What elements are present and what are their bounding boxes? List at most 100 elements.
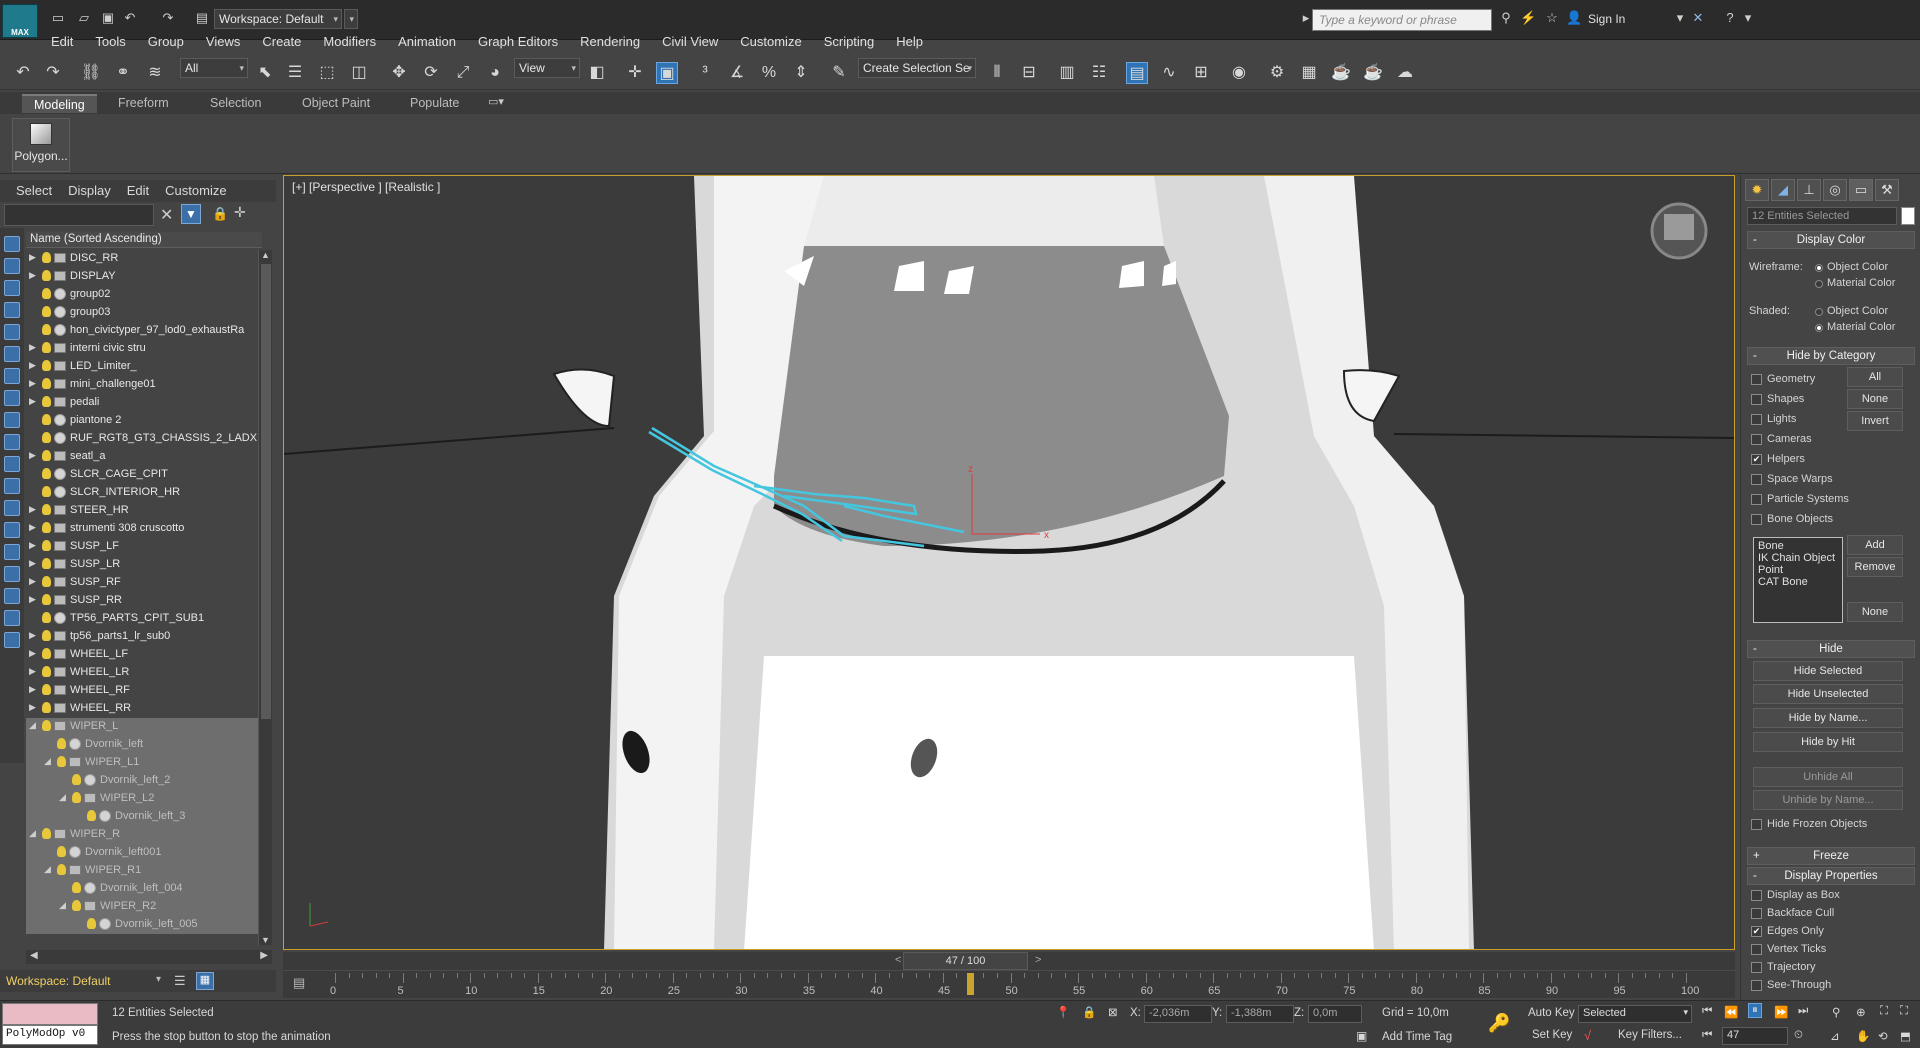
category-checkbox[interactable] [1751, 474, 1762, 485]
expand-arrow-icon[interactable]: ▶ [29, 630, 36, 641]
display-geometry-icon[interactable] [4, 236, 20, 252]
hierarchy-icon[interactable] [4, 610, 20, 626]
category-checkbox[interactable] [1751, 394, 1762, 405]
expand-arrow-icon[interactable]: ▶ [29, 252, 36, 263]
scene-menu-display[interactable]: Display [60, 180, 119, 202]
scene-list-item[interactable]: ▶ tp56_parts1_lr_sub0 [26, 628, 258, 646]
invert-categories-button[interactable]: Invert [1847, 411, 1903, 431]
display-hidden-icon[interactable] [4, 478, 20, 494]
x-coordinate-field[interactable]: -2,036m [1144, 1005, 1212, 1023]
scroll-thumb[interactable] [261, 264, 271, 719]
maxscript-output[interactable]: PolyModOp v0 [2, 1025, 98, 1045]
visibility-bulb-icon[interactable] [72, 882, 81, 893]
clear-search-icon[interactable]: ✕ [160, 205, 173, 225]
polygon-modeling-button[interactable]: Polygon... [12, 118, 70, 172]
mini-curve-editor-icon[interactable]: ▤ [293, 975, 305, 991]
current-frame-marker[interactable] [966, 973, 974, 995]
display-color-rollout[interactable]: - Display Color [1747, 231, 1915, 249]
visibility-bulb-icon[interactable] [42, 576, 51, 587]
scroll-down-icon[interactable]: ▼ [261, 935, 270, 945]
scene-list-item[interactable]: ▶ seatl_a [26, 448, 258, 466]
scale-icon[interactable]: ⤢ [452, 62, 474, 84]
motion-tab-icon[interactable]: ◎ [1823, 179, 1847, 201]
collapse-arrow-icon[interactable]: ◢ [59, 900, 66, 911]
menu-scripting[interactable]: Scripting [813, 32, 886, 52]
collapse-arrow-icon[interactable]: ◢ [44, 756, 51, 767]
category-filter-list[interactable]: Bone IK Chain Object Point CAT Bone [1753, 537, 1843, 623]
render-in-cloud-icon[interactable]: ☁ [1394, 62, 1416, 84]
category-checkbox[interactable] [1751, 414, 1762, 425]
scene-menu-customize[interactable]: Customize [157, 180, 234, 202]
menu-group[interactable]: Group [137, 32, 195, 52]
expand-arrow-icon[interactable]: ▶ [29, 594, 36, 605]
spinner-snap-icon[interactable]: ⇕ [790, 62, 812, 84]
scene-list-item[interactable]: hon_civictyper_97_lod0_exhaustRa [26, 322, 258, 340]
display-cameras-icon[interactable] [4, 302, 20, 318]
edit-named-selection-icon[interactable]: ✎ [828, 62, 850, 84]
goto-end-icon[interactable]: ⏭ [1798, 1005, 1808, 1018]
visibility-bulb-icon[interactable] [57, 846, 66, 857]
link-icon[interactable]: ⛓ [80, 62, 102, 84]
hide-by-hit-button[interactable]: Hide by Hit [1753, 732, 1903, 752]
workspace-select[interactable]: Workspace: Default ▾ [214, 9, 342, 29]
unhide-all-button[interactable]: Unhide All [1753, 767, 1903, 787]
timeline-track[interactable]: ▤ 0 5 10 15 20 25 30 35 40 45 50 55 60 65 70 75 80 85 90 95… [283, 970, 1735, 998]
menu-edit[interactable]: Edit [40, 32, 84, 52]
scene-list-item[interactable]: RUF_RGT8_GT3_CHASSIS_2_LADX [26, 430, 258, 448]
hide-selected-button[interactable]: Hide Selected [1753, 661, 1903, 681]
hide-by-category-rollout[interactable]: - Hide by Category [1747, 347, 1915, 365]
visibility-bulb-icon[interactable] [42, 558, 51, 569]
next-frame-arrow-icon[interactable]: > [1035, 954, 1041, 966]
scene-list-item[interactable]: Dvornik_left_005 [26, 916, 258, 934]
tab-object-paint[interactable]: Object Paint [290, 94, 382, 113]
scene-list-item[interactable]: ▶ strumenti 308 cruscotto [26, 520, 258, 538]
pan-icon[interactable]: ✋ [1856, 1029, 1870, 1043]
time-slider[interactable]: 47 / 100 [903, 952, 1028, 970]
set-key-mode-icon[interactable]: 🔑 [1488, 1013, 1510, 1034]
display-shapes-icon[interactable] [4, 258, 20, 274]
render-iterative-icon[interactable]: ☕ [1362, 62, 1384, 84]
material-editor-icon[interactable]: ◉ [1228, 62, 1250, 84]
collapse-arrow-icon[interactable]: ◢ [44, 864, 51, 875]
next-frame-icon[interactable]: ⏩ [1774, 1005, 1788, 1019]
expand-arrow-icon[interactable]: ▶ [29, 522, 36, 533]
scene-search-input[interactable] [4, 204, 154, 226]
category-checkbox[interactable] [1751, 434, 1762, 445]
category-checkbox[interactable] [1751, 494, 1762, 505]
prev-frame-arrow-icon[interactable]: < [895, 954, 901, 966]
exchange-apps-icon[interactable]: ✕ [1690, 10, 1706, 26]
wireframe-material-color-radio[interactable] [1815, 280, 1823, 288]
favorites-star-icon[interactable]: ☆ [1544, 10, 1560, 26]
scene-list-item[interactable]: ▶ SUSP_RR [26, 592, 258, 610]
scene-list-vertical-scrollbar[interactable]: ▲ ▼ [258, 250, 272, 945]
new-file-icon[interactable]: ▭ [50, 10, 66, 26]
category-list-item[interactable]: Point [1758, 564, 1838, 576]
help-dropdown-icon[interactable]: ▾ [1740, 10, 1756, 26]
display-bones-icon[interactable] [4, 412, 20, 428]
scene-list-item[interactable]: piantone 2 [26, 412, 258, 430]
display-spacewarps-icon[interactable] [4, 346, 20, 362]
snaps-toggle-icon[interactable]: ³ [694, 62, 716, 84]
menu-animation[interactable]: Animation [387, 32, 467, 52]
move-icon[interactable]: ✥ [388, 62, 410, 84]
communication-center-icon[interactable]: ⚡ [1520, 10, 1536, 26]
layers-sort-icon[interactable] [4, 632, 20, 648]
expand-arrow-icon[interactable]: ▶ [29, 396, 36, 407]
sign-in-link[interactable]: Sign In [1588, 12, 1625, 26]
project-folder-icon[interactable]: ▤ [194, 10, 210, 26]
display-all-icon[interactable] [4, 500, 20, 516]
display-property-checkbox[interactable] [1751, 944, 1762, 955]
scene-list-item[interactable]: ▶ WHEEL_RR [26, 700, 258, 718]
rendered-frame-window-icon[interactable]: ▦ [1298, 62, 1320, 84]
menu-customize[interactable]: Customize [729, 32, 812, 52]
stop-animation-icon[interactable]: ⏸ [1748, 1003, 1762, 1018]
visibility-bulb-icon[interactable] [57, 738, 66, 749]
display-property-checkbox[interactable] [1751, 890, 1762, 901]
visibility-bulb-icon[interactable] [42, 252, 51, 263]
hide-rollout[interactable]: - Hide [1747, 640, 1915, 658]
hide-no-categories-button[interactable]: None [1847, 389, 1903, 409]
undo-icon[interactable]: ↶ [122, 10, 138, 26]
expand-arrow-icon[interactable]: ▶ [29, 666, 36, 677]
scene-list-item[interactable]: ◢ WIPER_L1 [26, 754, 258, 772]
menu-help[interactable]: Help [885, 32, 934, 52]
